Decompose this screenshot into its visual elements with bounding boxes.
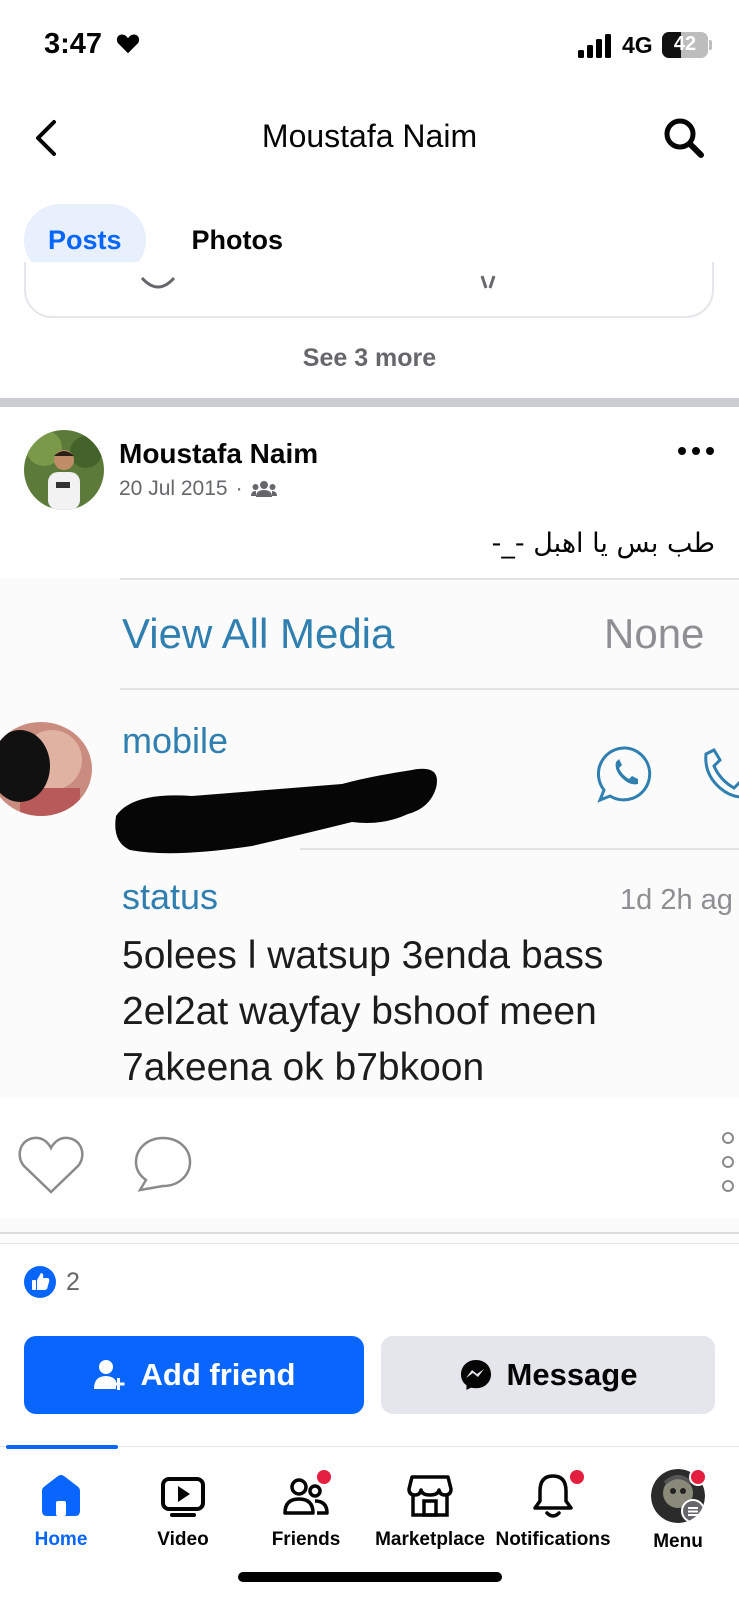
signal-bars-icon: [578, 34, 611, 58]
network-type: 4G: [622, 32, 653, 58]
home-indicator: [238, 1572, 502, 1582]
heart-icon: [116, 34, 140, 54]
author-avatar[interactable]: [24, 430, 104, 510]
image-row-divider: [120, 688, 739, 690]
comment-icon: [140, 276, 176, 289]
nav-label: Video: [157, 1529, 209, 1550]
notification-badge: [315, 1468, 333, 1486]
nav-label: Friends: [271, 1529, 341, 1550]
search-button[interactable]: [660, 114, 708, 162]
image-status-label: status: [122, 876, 219, 917]
image-status-line: 2el2at wayfay bshoof meen: [122, 990, 597, 1033]
status-time: 3:47: [44, 28, 103, 60]
nav-friends[interactable]: Friends: [245, 1468, 367, 1551]
status-bar: 3:47 4G 42: [0, 0, 739, 90]
nav-label: Home: [34, 1529, 88, 1550]
see-more-comments-link[interactable]: See 3 more: [0, 344, 739, 373]
image-status-line: 7akeena ok b7bkoon: [122, 1046, 485, 1089]
battery-level: 42: [673, 33, 697, 55]
post-text: طب بس يا اهبل -_-: [491, 528, 715, 559]
image-contact-avatar: [0, 722, 92, 816]
battery-nub: [709, 40, 712, 50]
heart-outline-icon: [18, 1136, 84, 1194]
messenger-icon: [460, 1360, 491, 1390]
previous-post-card-edge: [24, 262, 714, 318]
section-divider: [0, 398, 739, 407]
notification-badge: [568, 1468, 586, 1486]
nav-home[interactable]: Home: [0, 1471, 122, 1551]
phone-icon: [704, 748, 739, 799]
vertical-dots-icon: [722, 1132, 734, 1192]
post-meta: 20 Jul 2015 ·: [119, 477, 277, 501]
message-label: Message: [506, 1357, 638, 1392]
reaction-summary[interactable]: 2: [24, 1266, 80, 1298]
nav-label: Marketplace: [375, 1529, 485, 1550]
meta-separator: ·: [235, 477, 243, 500]
whatsapp-icon: [596, 746, 652, 803]
nav-video[interactable]: Video: [122, 1471, 244, 1551]
image-status-time: 1d 2h ag: [620, 884, 733, 916]
home-icon: [42, 1475, 80, 1516]
post-author-name[interactable]: Moustafa Naim: [119, 438, 318, 470]
comment-outline-icon: [134, 1136, 192, 1192]
image-redaction-mark: [115, 768, 437, 854]
image-action-row: [0, 1098, 739, 1218]
battery-icon: 42: [662, 32, 708, 58]
share-icon: [480, 275, 496, 289]
add-friend-button[interactable]: Add friend: [24, 1336, 364, 1414]
profile-header: Moustafa Naim: [0, 100, 739, 176]
image-row-divider: [120, 578, 739, 580]
image-bottom-border: [0, 1232, 739, 1234]
page-title: Moustafa Naim: [261, 118, 478, 154]
more-horizontal-icon[interactable]: [676, 436, 716, 466]
friends-audience-icon: [250, 481, 277, 497]
reaction-count: 2: [66, 1267, 80, 1296]
nav-notifications[interactable]: Notifications: [492, 1468, 614, 1551]
person-plus-icon: [93, 1360, 124, 1390]
post-date[interactable]: 20 Jul 2015: [119, 477, 228, 501]
like-badge-icon: [24, 1266, 56, 1298]
nav-label: Notifications: [495, 1529, 611, 1550]
nav-marketplace[interactable]: Marketplace: [369, 1471, 491, 1551]
post-separator: [0, 1243, 739, 1244]
image-status-line: 5olees l watsup 3enda bass: [122, 934, 604, 977]
marketplace-icon: [407, 1475, 453, 1517]
post-image[interactable]: View All Media None mobile status 1d 2h …: [0, 578, 739, 1245]
add-friend-label: Add friend: [140, 1357, 296, 1392]
active-tab-indicator: [6, 1445, 118, 1449]
notification-badge: [689, 1468, 707, 1486]
image-mobile-label: mobile: [122, 720, 229, 761]
message-button[interactable]: Message: [381, 1336, 715, 1414]
nav-menu[interactable]: Menu: [617, 1468, 739, 1553]
image-view-all-media-text: View All Media: [122, 610, 395, 657]
nav-label: Menu: [653, 1531, 703, 1552]
image-none-text: None: [604, 610, 705, 657]
image-row-divider: [300, 848, 739, 850]
video-icon: [161, 1477, 205, 1517]
